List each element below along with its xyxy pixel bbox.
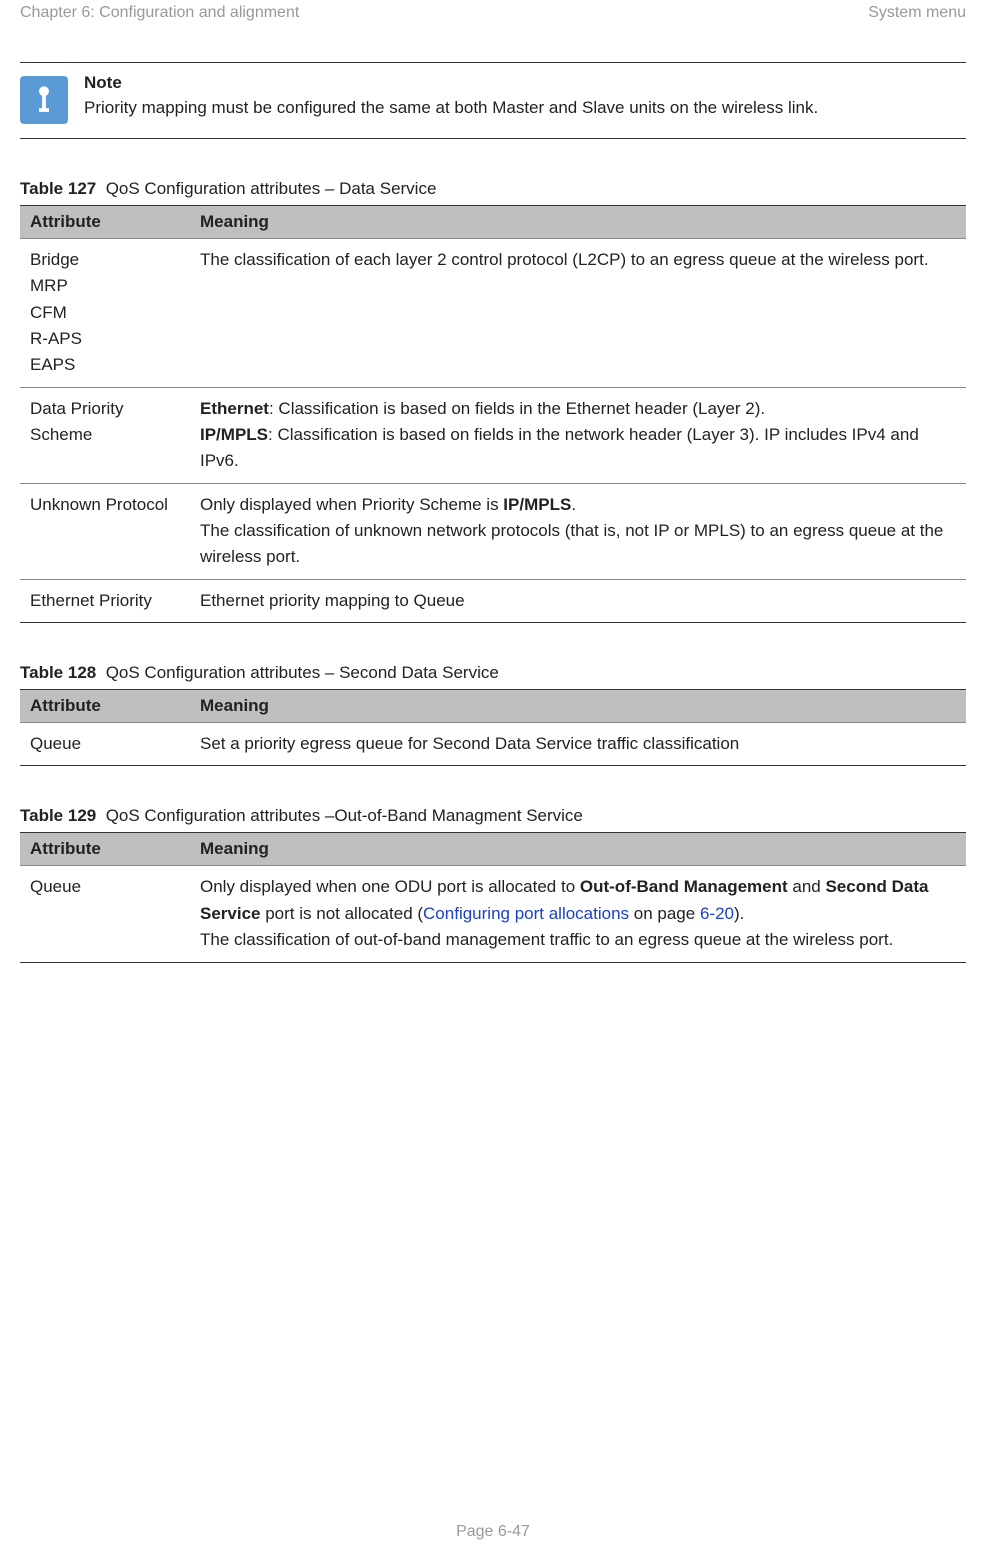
table-header-attribute: Attribute (20, 206, 190, 239)
table-row: Queue Set a priority egress queue for Se… (20, 723, 966, 766)
link-page-6-20[interactable]: 6-20 (700, 904, 734, 923)
cell-meaning: Only displayed when one ODU port is allo… (190, 866, 966, 962)
bold-text: Out-of-Band Management (580, 877, 788, 896)
page-footer: Page 6-47 (0, 1523, 986, 1541)
bold-text: Ethernet (200, 399, 269, 418)
table-label: Table 128 (20, 663, 96, 682)
table-127: Attribute Meaning Bridge MRP CFM R-APS E… (20, 205, 966, 623)
cell-attribute: Data Priority Scheme (20, 387, 190, 483)
text: Only displayed when Priority Scheme is (200, 495, 503, 514)
bold-text: IP/MPLS (503, 495, 571, 514)
attr-line: R-APS (30, 329, 82, 348)
table-header-meaning: Meaning (190, 690, 966, 723)
table-127-caption: Table 127 QoS Configuration attributes –… (20, 179, 966, 199)
note-body: Priority mapping must be configured the … (84, 95, 966, 121)
note-text: Note Priority mapping must be configured… (84, 73, 966, 124)
attr-line: Bridge (30, 250, 79, 269)
text: : Classification is based on fields in t… (200, 425, 919, 470)
table-header-meaning: Meaning (190, 833, 966, 866)
cell-attribute: Bridge MRP CFM R-APS EAPS (20, 239, 190, 388)
attr-line: CFM (30, 303, 67, 322)
text: port is not allocated ( (261, 904, 424, 923)
cell-meaning: Ethernet priority mapping to Queue (190, 579, 966, 622)
header-right: System menu (868, 4, 966, 22)
table-header-attribute: Attribute (20, 833, 190, 866)
table-header-attribute: Attribute (20, 690, 190, 723)
table-caption-text: QoS Configuration attributes – Second Da… (106, 663, 499, 682)
table-header-meaning: Meaning (190, 206, 966, 239)
text: The classification of unknown network pr… (200, 521, 943, 566)
cell-meaning: Only displayed when Priority Scheme is I… (190, 483, 966, 579)
cell-attribute: Unknown Protocol (20, 483, 190, 579)
link-configuring-port-allocations[interactable]: Configuring port allocations (423, 904, 629, 923)
cell-meaning: The classification of each layer 2 contr… (190, 239, 966, 388)
text: : Classification is based on fields in t… (269, 399, 765, 418)
table-caption-text: QoS Configuration attributes – Data Serv… (106, 179, 437, 198)
text: Only displayed when one ODU port is allo… (200, 877, 580, 896)
header-left: Chapter 6: Configuration and alignment (20, 4, 299, 22)
note-icon (20, 76, 68, 124)
table-128: Attribute Meaning Queue Set a priority e… (20, 689, 966, 766)
table-caption-text: QoS Configuration attributes –Out-of-Ban… (106, 806, 583, 825)
text: and (788, 877, 826, 896)
cell-meaning: Ethernet: Classification is based on fie… (190, 387, 966, 483)
table-row: Queue Only displayed when one ODU port i… (20, 866, 966, 962)
cell-attribute: Queue (20, 866, 190, 962)
table-row: Data Priority Scheme Ethernet: Classific… (20, 387, 966, 483)
cell-attribute: Ethernet Priority (20, 579, 190, 622)
cell-attribute: Queue (20, 723, 190, 766)
text: ). (734, 904, 744, 923)
table-129: Attribute Meaning Queue Only displayed w… (20, 832, 966, 962)
attr-line: EAPS (30, 355, 75, 374)
table-row: Unknown Protocol Only displayed when Pri… (20, 483, 966, 579)
table-row: Ethernet Priority Ethernet priority mapp… (20, 579, 966, 622)
page-header: Chapter 6: Configuration and alignment S… (20, 0, 966, 62)
text: . (571, 495, 576, 514)
attr-line: MRP (30, 276, 68, 295)
table-row: Bridge MRP CFM R-APS EAPS The classifica… (20, 239, 966, 388)
table-label: Table 129 (20, 806, 96, 825)
table-129-caption: Table 129 QoS Configuration attributes –… (20, 806, 966, 826)
cell-meaning: Set a priority egress queue for Second D… (190, 723, 966, 766)
bold-text: IP/MPLS (200, 425, 268, 444)
text: The classification of out-of-band manage… (200, 930, 893, 949)
table-label: Table 127 (20, 179, 96, 198)
note-box: Note Priority mapping must be configured… (20, 62, 966, 139)
note-title: Note (84, 73, 966, 93)
text: on page (629, 904, 700, 923)
table-128-caption: Table 128 QoS Configuration attributes –… (20, 663, 966, 683)
